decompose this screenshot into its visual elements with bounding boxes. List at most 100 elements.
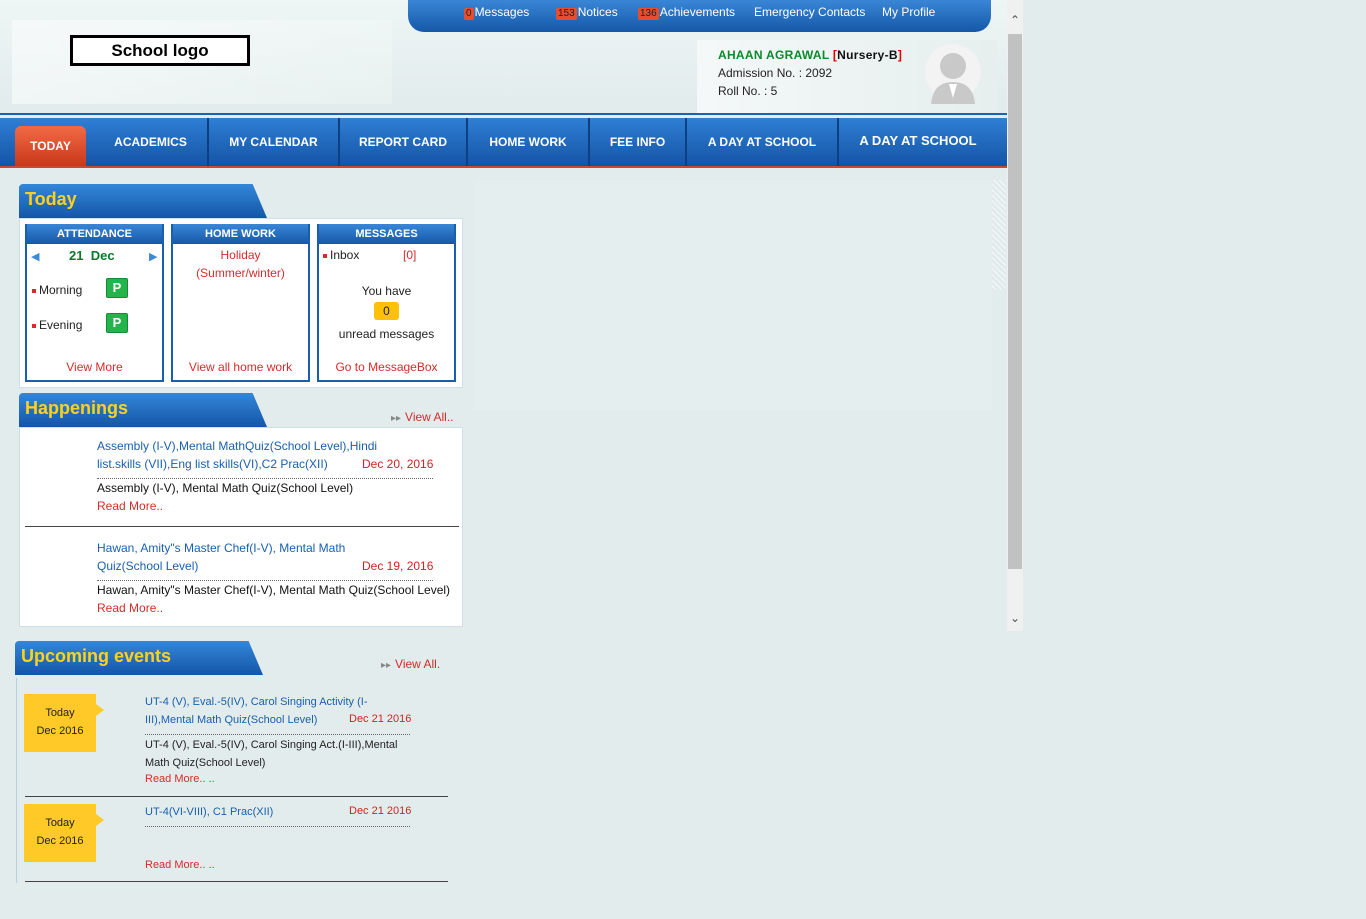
morning-row: Morning [32, 283, 82, 297]
event-read-more-link[interactable]: Read More.. .. [145, 773, 215, 785]
title-tab-tail [243, 393, 267, 427]
dotted-divider [145, 734, 410, 735]
student-name: AHAAN AGRAWAL [718, 48, 830, 62]
happening-date: Dec 19, 2016 [362, 559, 434, 573]
attendance-view-more-link[interactable]: View More [27, 360, 162, 374]
go-to-messagebox-link[interactable]: Go to MessageBox [319, 360, 454, 374]
attendance-date: 21 Dec [69, 248, 115, 263]
view-all-homework-link[interactable]: View all home work [173, 360, 308, 374]
you-have-text: You have [361, 284, 412, 298]
event-date: Dec 21 2016 [349, 713, 412, 725]
nav-tab-report-card[interactable]: REPORT CARD [340, 118, 468, 166]
header: School logo 0 Messages 153 Notices 136 Achi… [0, 0, 1007, 116]
happening-divider [25, 526, 459, 527]
happenings-section-title: Happenings [19, 393, 267, 427]
messages-count-badge: 0 [464, 8, 474, 20]
next-arrow-icon[interactable]: ▶ [149, 250, 157, 263]
today-panel: ATTENDANCE ◀ 21 Dec ▶ Morning P Evening … [19, 218, 463, 388]
top-link-label: Notices [577, 5, 618, 19]
nav-tab-fee-info[interactable]: FEE INFO [590, 118, 687, 166]
double-chevron-icon: ▸▸ [381, 660, 392, 671]
title-tab-tail [239, 641, 263, 675]
nav-tab-academics[interactable]: ACADEMICS [94, 118, 209, 166]
top-link-messages[interactable]: 0 Messages [464, 5, 529, 20]
title-tab-tail [243, 184, 267, 218]
inbox-label: Inbox [330, 248, 360, 262]
upcoming-view-all-link[interactable]: ▸▸ View All. [381, 657, 440, 671]
vertical-scrollbar[interactable]: ⌃ ⌄ [1007, 0, 1023, 631]
roll-number: Roll No. : 5 [718, 84, 778, 98]
bracket: ] [897, 48, 903, 62]
top-link-emergency-contacts[interactable]: Emergency Contacts [754, 5, 865, 19]
class-label: Nursery-B [837, 48, 898, 62]
nav-tab-a-day-at-school-2[interactable]: A DAY AT SCHOOL [839, 118, 997, 166]
avatar[interactable] [923, 42, 983, 112]
happening-description: Assembly (I-V), Mental Math Quiz(School … [97, 481, 354, 495]
event-tag-month: Dec 2016 [36, 835, 84, 847]
prev-arrow-icon[interactable]: ◀ [31, 250, 39, 263]
nav-tab-home-work[interactable]: HOME WORK [468, 118, 590, 166]
happening-date: Dec 20, 2016 [362, 457, 434, 471]
header-divider [0, 113, 1007, 115]
messages-header: MESSAGES [319, 224, 454, 244]
top-link-label: Messages [474, 5, 530, 19]
attendance-box: ATTENDANCE ◀ 21 Dec ▶ Morning P Evening … [25, 224, 164, 382]
dotted-divider [97, 580, 433, 581]
attendance-header: ATTENDANCE [27, 224, 162, 244]
evening-label: Evening [39, 318, 83, 332]
right-content-area [474, 180, 992, 410]
event-description: UT-4 (V), Eval.-5(IV), Carol Singing Act… [145, 739, 398, 769]
bullet-icon [32, 323, 36, 328]
event-date-tag: Today Dec 2016 [24, 694, 104, 752]
view-all-label: View All.. [405, 410, 454, 424]
happening-title[interactable]: Assembly (I-V),Mental MathQuiz(School Le… [97, 437, 397, 473]
today-title-text: Today [25, 189, 77, 209]
messages-box: MESSAGES Inbox [0] You have 0 unread mes… [317, 224, 456, 382]
school-logo[interactable]: School logo [70, 35, 250, 66]
shade-strip [992, 180, 1006, 290]
scroll-up-icon[interactable]: ⌃ [1009, 14, 1021, 26]
happening-read-more-link[interactable]: Read More.. [97, 601, 163, 615]
upcoming-events-section-title: Upcoming events [15, 641, 263, 675]
event-tag-today: Today [45, 707, 75, 719]
scrollbar-thumb[interactable] [1008, 34, 1022, 569]
nav-tab-my-calendar[interactable]: MY CALENDAR [209, 118, 340, 166]
attendance-month: Dec [90, 248, 115, 263]
happening-title[interactable]: Hawan, Amity"s Master Chef(I-V), Mental … [97, 539, 397, 575]
view-all-label: View All. [395, 657, 441, 671]
scroll-down-icon[interactable]: ⌄ [1009, 612, 1021, 624]
homework-line1: Holiday [220, 248, 261, 262]
bullet-icon [32, 288, 36, 293]
today-section-title: Today [19, 184, 267, 218]
inbox-row[interactable]: Inbox [323, 248, 359, 262]
evening-present-badge: P [106, 313, 128, 333]
achievements-count-badge: 136 [638, 8, 659, 20]
evening-row: Evening [32, 318, 82, 332]
event-read-more-link[interactable]: Read More.. .. [145, 859, 215, 871]
happening-read-more-link[interactable]: Read More.. [97, 499, 163, 513]
notices-count-badge: 153 [556, 8, 577, 20]
top-link-notices[interactable]: 153 Notices [556, 5, 618, 20]
user-silhouette-icon [925, 44, 981, 104]
top-link-my-profile[interactable]: My Profile [882, 5, 935, 19]
morning-label: Morning [39, 283, 83, 297]
dotted-divider [145, 826, 410, 827]
upcoming-title-text: Upcoming events [21, 646, 172, 666]
unread-messages-text: unread messages [338, 327, 435, 341]
top-links-bar: 0 Messages 153 Notices 136 Achievements Eme… [408, 0, 991, 32]
homework-line2: (Summer/winter) [196, 266, 285, 280]
homework-box: HOME WORK Holiday (Summer/winter) View a… [171, 224, 310, 382]
event-tag-today: Today [45, 817, 75, 829]
main-nav: TODAY ACADEMICS MY CALENDAR REPORT CARD … [0, 118, 1007, 168]
event-divider [25, 881, 448, 882]
happenings-view-all-link[interactable]: ▸▸ View All.. [391, 410, 454, 424]
nav-tab-a-day-at-school[interactable]: A DAY AT SCHOOL [687, 118, 839, 166]
homework-header: HOME WORK [173, 224, 308, 244]
event-date: Dec 21 2016 [349, 805, 412, 817]
event-divider [25, 796, 448, 797]
nav-tab-today[interactable]: TODAY [15, 126, 86, 166]
bullet-icon [323, 253, 327, 258]
top-link-achievements[interactable]: 136 Achievements [638, 5, 735, 20]
attendance-day: 21 [69, 248, 84, 263]
unread-count-badge: 0 [374, 302, 399, 320]
